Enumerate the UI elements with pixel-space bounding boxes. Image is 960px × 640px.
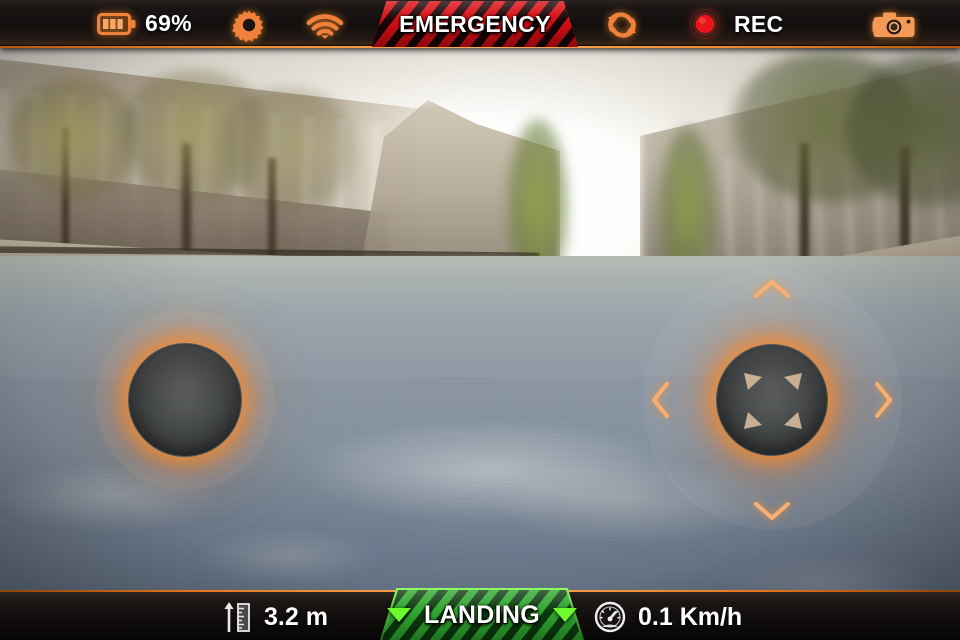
altitude-value: 3.2 m [264, 602, 328, 631]
altitude-ruler-icon [224, 602, 250, 632]
arrow-up-left-icon [744, 373, 762, 390]
right-joystick[interactable] [642, 270, 902, 530]
battery-icon [97, 12, 136, 35]
chevron-down-icon[interactable] [752, 500, 792, 524]
settings-button[interactable] [232, 8, 266, 43]
joystick-direction-arrows [744, 373, 802, 429]
right-joystick-knob[interactable] [716, 344, 828, 456]
speedometer-icon [594, 601, 626, 633]
landing-button[interactable]: LANDING [380, 588, 584, 640]
chevron-right-icon[interactable] [872, 380, 896, 420]
record-button[interactable]: REC [690, 9, 783, 39]
altitude-readout: 3.2 m [222, 601, 328, 633]
battery-level-label: 69% [145, 10, 192, 36]
camera-icon [872, 12, 915, 37]
triangle-down-icon [552, 608, 577, 622]
speed-readout: 0.1 Km/h [594, 601, 742, 633]
triangle-down-icon [387, 608, 411, 622]
refresh-button[interactable] [604, 8, 640, 42]
battery-status[interactable]: 69% [97, 10, 192, 37]
chevron-left-icon[interactable] [648, 380, 672, 420]
record-label: REC [734, 10, 784, 37]
gear-icon [232, 10, 264, 43]
refresh-icon [608, 12, 636, 38]
emergency-label: EMERGENCY [399, 10, 551, 37]
emergency-button[interactable]: EMERGENCY [372, 1, 578, 47]
arrow-down-left-icon [744, 412, 762, 429]
chevron-up-icon[interactable] [752, 276, 792, 300]
wifi-status[interactable] [306, 10, 344, 40]
speed-value: 0.1 Km/h [638, 602, 743, 631]
drone-app-screen: 69% REC EMERGENCY 3.2 m 0.1 Km/h LANDING [0, 0, 960, 640]
record-dot-icon [692, 11, 718, 37]
photo-button[interactable] [872, 9, 916, 41]
wifi-icon [306, 14, 344, 39]
arrow-up-right-icon [784, 373, 802, 390]
left-joystick-knob[interactable] [128, 343, 242, 457]
landing-label: LANDING [424, 600, 540, 629]
left-joystick[interactable] [95, 310, 275, 490]
arrow-down-right-icon [784, 412, 802, 429]
